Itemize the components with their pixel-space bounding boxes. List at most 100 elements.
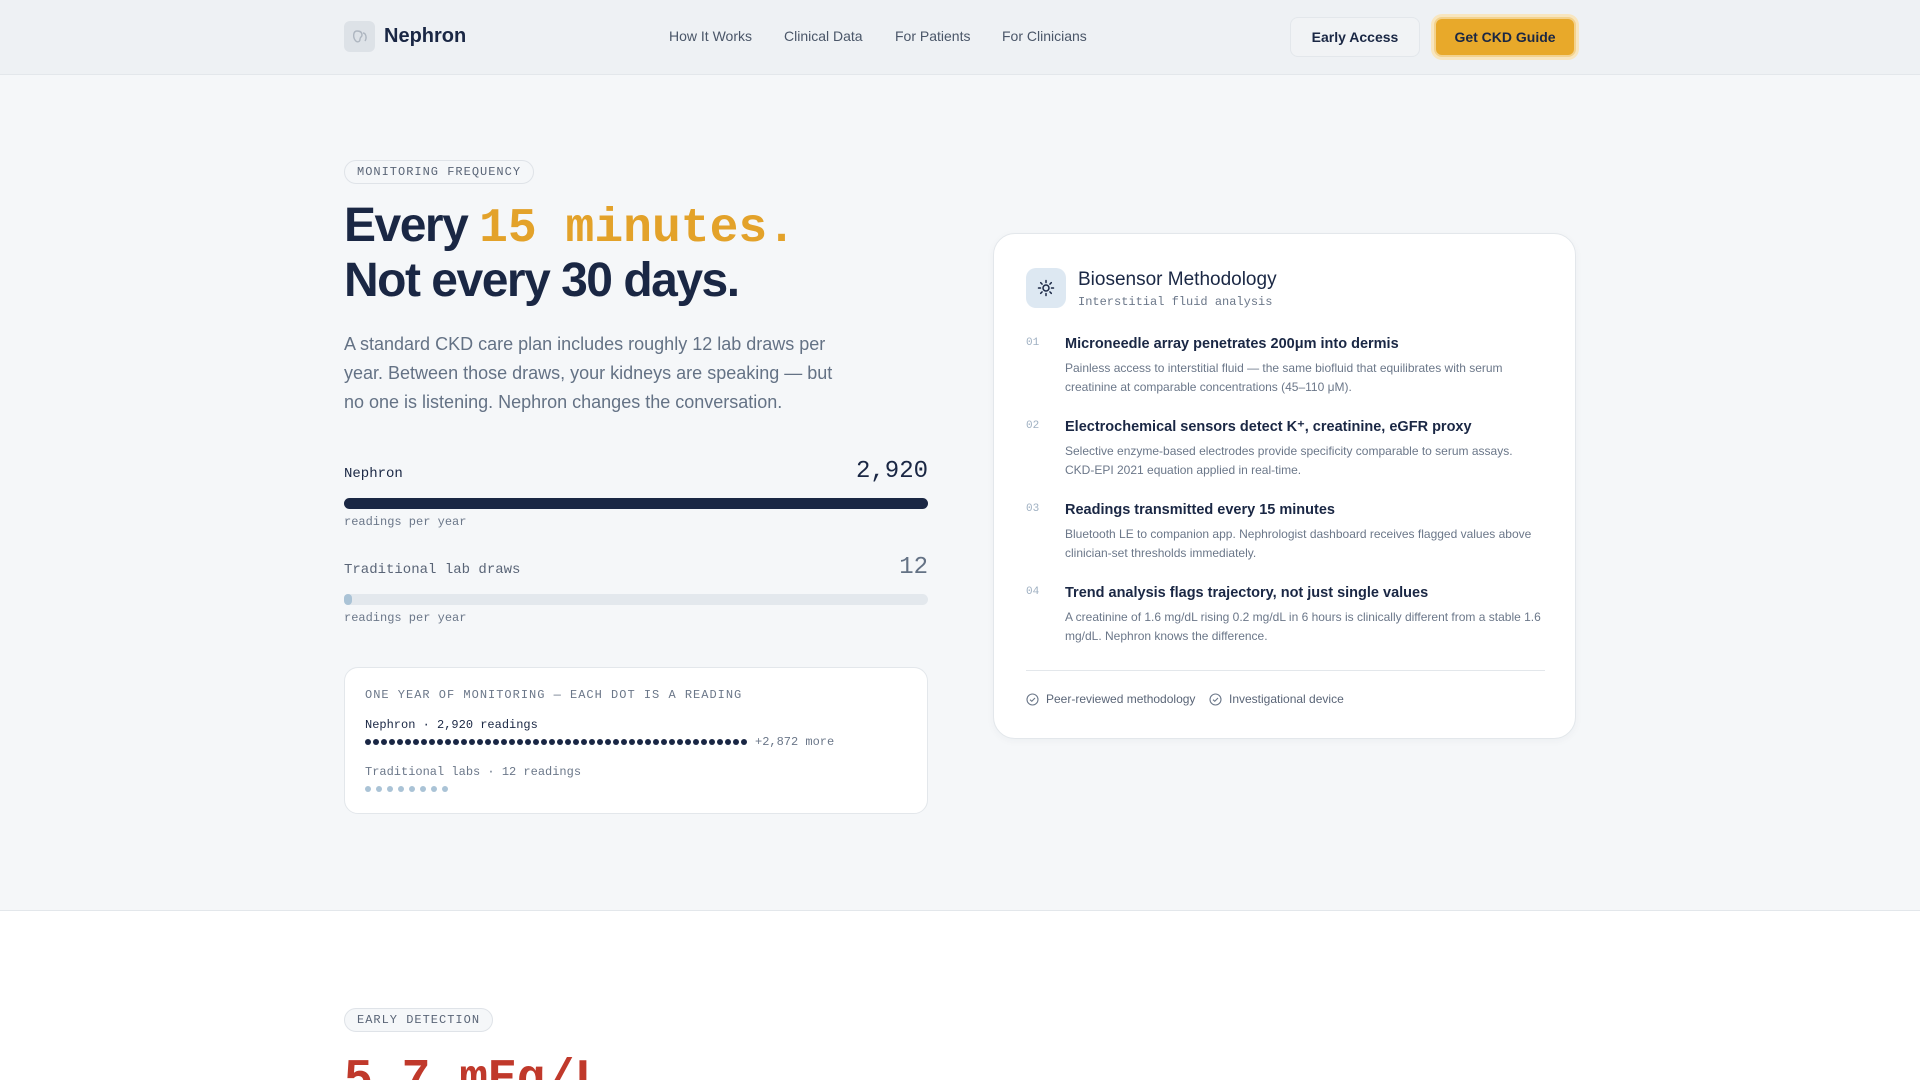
nephron-reading-dot — [645, 739, 651, 745]
nephron-reading-dot — [661, 739, 667, 745]
early-detection-section — [0, 910, 1920, 1080]
brand-name: Nephron — [384, 25, 467, 47]
nephron-reading-dot — [429, 739, 435, 745]
nephron-reading-dot — [589, 739, 595, 745]
lab-reading-dot — [431, 786, 437, 792]
nephron-reading-dot — [653, 739, 659, 745]
nephron-reading-dot — [565, 739, 571, 745]
lab-reading-dot — [387, 786, 393, 792]
methodology-card: Biosensor Methodology Interstitial fluid… — [993, 233, 1576, 739]
check-circle-icon — [1026, 692, 1039, 706]
early-detection-tag: EARLY DETECTION — [344, 1008, 494, 1032]
kidney-logo-icon — [344, 21, 375, 52]
nephron-reading-dot — [413, 739, 419, 745]
early-access-button[interactable]: Early Access — [1290, 17, 1420, 57]
dots-card: ONE YEAR OF MONITORING — EACH DOT IS A R… — [344, 667, 928, 814]
investigational-text: Investigational device — [1229, 692, 1344, 706]
dots-card-title: ONE YEAR OF MONITORING — EACH DOT IS A R… — [365, 688, 743, 702]
labs-bar-fill — [344, 594, 352, 605]
step-body: Painless access to interstitial fluid — … — [1065, 361, 1503, 394]
nephron-reading-dot — [685, 739, 691, 745]
step-number: 02 — [1026, 420, 1040, 432]
nephron-reading-dot — [461, 739, 467, 745]
step-body: Selective enzyme-based electrodes provid… — [1065, 444, 1513, 477]
nephron-reading-dot — [741, 739, 747, 745]
nephron-reading-dot — [533, 739, 539, 745]
method-title: Biosensor Methodology — [1078, 269, 1277, 290]
lab-reading-dot — [420, 786, 426, 792]
nephron-reading-dot — [389, 739, 395, 745]
nephron-reading-dot — [573, 739, 579, 745]
step-body: A creatinine of 1.6 mg/dL rising 0.2 mg/… — [1065, 610, 1541, 643]
nav-clinical-data[interactable]: Clinical Data — [784, 28, 863, 44]
peer-reviewed-note: Peer-reviewed methodology — [1026, 692, 1195, 706]
nephron-reading-dot — [437, 739, 443, 745]
investigational-note: Investigational device — [1209, 692, 1344, 706]
step-title: Electrochemical sensors detect K⁺, creat… — [1065, 419, 1472, 435]
nephron-reading-dot — [693, 739, 699, 745]
nephron-reading-dot — [525, 739, 531, 745]
nephron-reading-dot — [725, 739, 731, 745]
step-body: Bluetooth LE to companion app. Nephrolog… — [1065, 527, 1532, 560]
nephron-bar-label: Nephron — [344, 466, 403, 482]
nephron-reading-dot — [629, 739, 635, 745]
nephron-reading-dot — [733, 739, 739, 745]
nephron-reading-dot — [405, 739, 411, 745]
labs-bar-track — [344, 594, 928, 605]
nephron-bar-sub: readings per year — [344, 515, 467, 529]
nephron-reading-dot — [605, 739, 611, 745]
peer-reviewed-text: Peer-reviewed methodology — [1046, 692, 1196, 706]
labs-dots-row — [365, 786, 453, 792]
nephron-reading-dot — [717, 739, 723, 745]
lab-reading-dot — [409, 786, 415, 792]
step-number: 03 — [1026, 503, 1040, 515]
labs-bar-label: Traditional lab draws — [344, 562, 521, 578]
method-subtitle: Interstitial fluid analysis — [1078, 295, 1273, 309]
labs-bar-value: 12 — [899, 554, 928, 581]
nephron-reading-dot — [445, 739, 451, 745]
nephron-bar-fill — [344, 498, 928, 509]
more-readings-text: +2,872 more — [755, 735, 835, 749]
check-circle-icon — [1209, 692, 1222, 706]
hero-headline: Every 15 minutes. Not every 30 days. — [344, 200, 796, 307]
step-title: Trend analysis flags trajectory, not jus… — [1065, 585, 1429, 601]
nephron-reading-dot — [397, 739, 403, 745]
nephron-reading-dot — [517, 739, 523, 745]
nephron-reading-dot — [477, 739, 483, 745]
lab-reading-dot — [442, 786, 448, 792]
nephron-reading-dot — [701, 739, 707, 745]
nephron-reading-dot — [549, 739, 555, 745]
nephron-reading-dot — [485, 739, 491, 745]
nephron-reading-dot — [709, 739, 715, 745]
nav-for-patients[interactable]: For Patients — [895, 28, 970, 44]
monitoring-frequency-tag: MONITORING FREQUENCY — [344, 160, 535, 184]
nephron-reading-dot — [493, 739, 499, 745]
step-title: Microneedle array penetrates 200μm into … — [1065, 336, 1399, 352]
nav-how-it-works[interactable]: How It Works — [669, 28, 752, 44]
nav-for-clinicians[interactable]: For Clinicians — [1002, 28, 1087, 44]
potassium-value: 5.7 mEq/L — [344, 1053, 604, 1080]
nephron-reading-dot — [509, 739, 515, 745]
lab-reading-dot — [398, 786, 404, 792]
nephron-reading-dot — [613, 739, 619, 745]
headline-accent: 15 minutes. — [479, 202, 796, 256]
nephron-reading-dot — [597, 739, 603, 745]
nephron-reading-dot — [621, 739, 627, 745]
nephron-reading-dot — [581, 739, 587, 745]
headline-line2: Not every 30 days. — [344, 254, 740, 307]
sensor-icon — [1026, 268, 1066, 308]
nephron-reading-dot — [453, 739, 459, 745]
hero-lead: A standard CKD care plan includes roughl… — [344, 334, 833, 412]
step-number: 04 — [1026, 586, 1040, 598]
nephron-bar-track — [344, 498, 928, 509]
nephron-reading-dot — [469, 739, 475, 745]
nephron-reading-dot — [373, 739, 379, 745]
brand[interactable]: Nephron — [344, 21, 466, 52]
labs-dots-label: Traditional labs · 12 readings — [365, 765, 582, 779]
nephron-reading-dot — [381, 739, 387, 745]
get-ckd-guide-button[interactable]: Get CKD Guide — [1434, 17, 1576, 57]
labs-bar-sub: readings per year — [344, 611, 467, 625]
lab-reading-dot — [376, 786, 382, 792]
nephron-reading-dot — [501, 739, 507, 745]
card-divider — [1026, 670, 1545, 671]
